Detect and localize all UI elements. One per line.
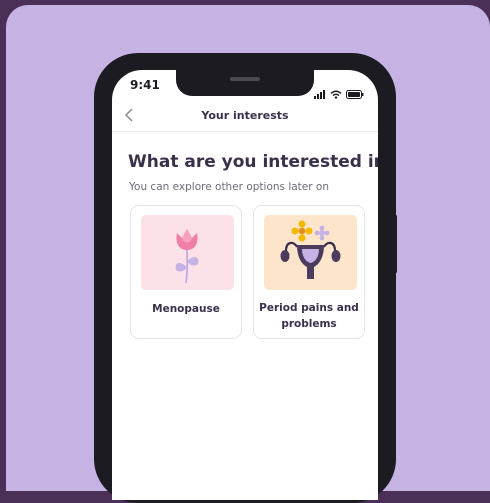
status-time: 9:41 (130, 78, 160, 92)
speaker (230, 77, 260, 81)
top-navigation: Your interests (112, 104, 378, 132)
divider (112, 131, 378, 132)
card-illustration (141, 215, 234, 290)
card-label: Menopause (152, 303, 220, 315)
interest-card-menopause[interactable]: Menopause (130, 205, 242, 339)
phone-power-button (394, 215, 397, 273)
card-label: Period pains and problems (259, 302, 359, 330)
flower-icon (175, 229, 199, 284)
signal-icon (314, 80, 326, 99)
wifi-icon (330, 90, 342, 99)
status-icons (314, 80, 364, 99)
nav-title: Your interests (201, 109, 289, 122)
card-illustration (264, 215, 357, 290)
phone-notch (176, 70, 314, 96)
uterus-icon (280, 220, 341, 279)
phone-side-button (97, 200, 100, 240)
page-heading: What are you interested in? (128, 152, 378, 172)
phone-side-button (97, 158, 100, 180)
app-screen: 9:41 Your interests What are you interes… (112, 70, 378, 500)
page-subheading: You can explore other options later on (129, 181, 329, 193)
battery-icon (346, 90, 364, 99)
phone-side-button (97, 252, 100, 292)
interest-card-period-pains[interactable]: Period pains and problems (253, 205, 365, 339)
